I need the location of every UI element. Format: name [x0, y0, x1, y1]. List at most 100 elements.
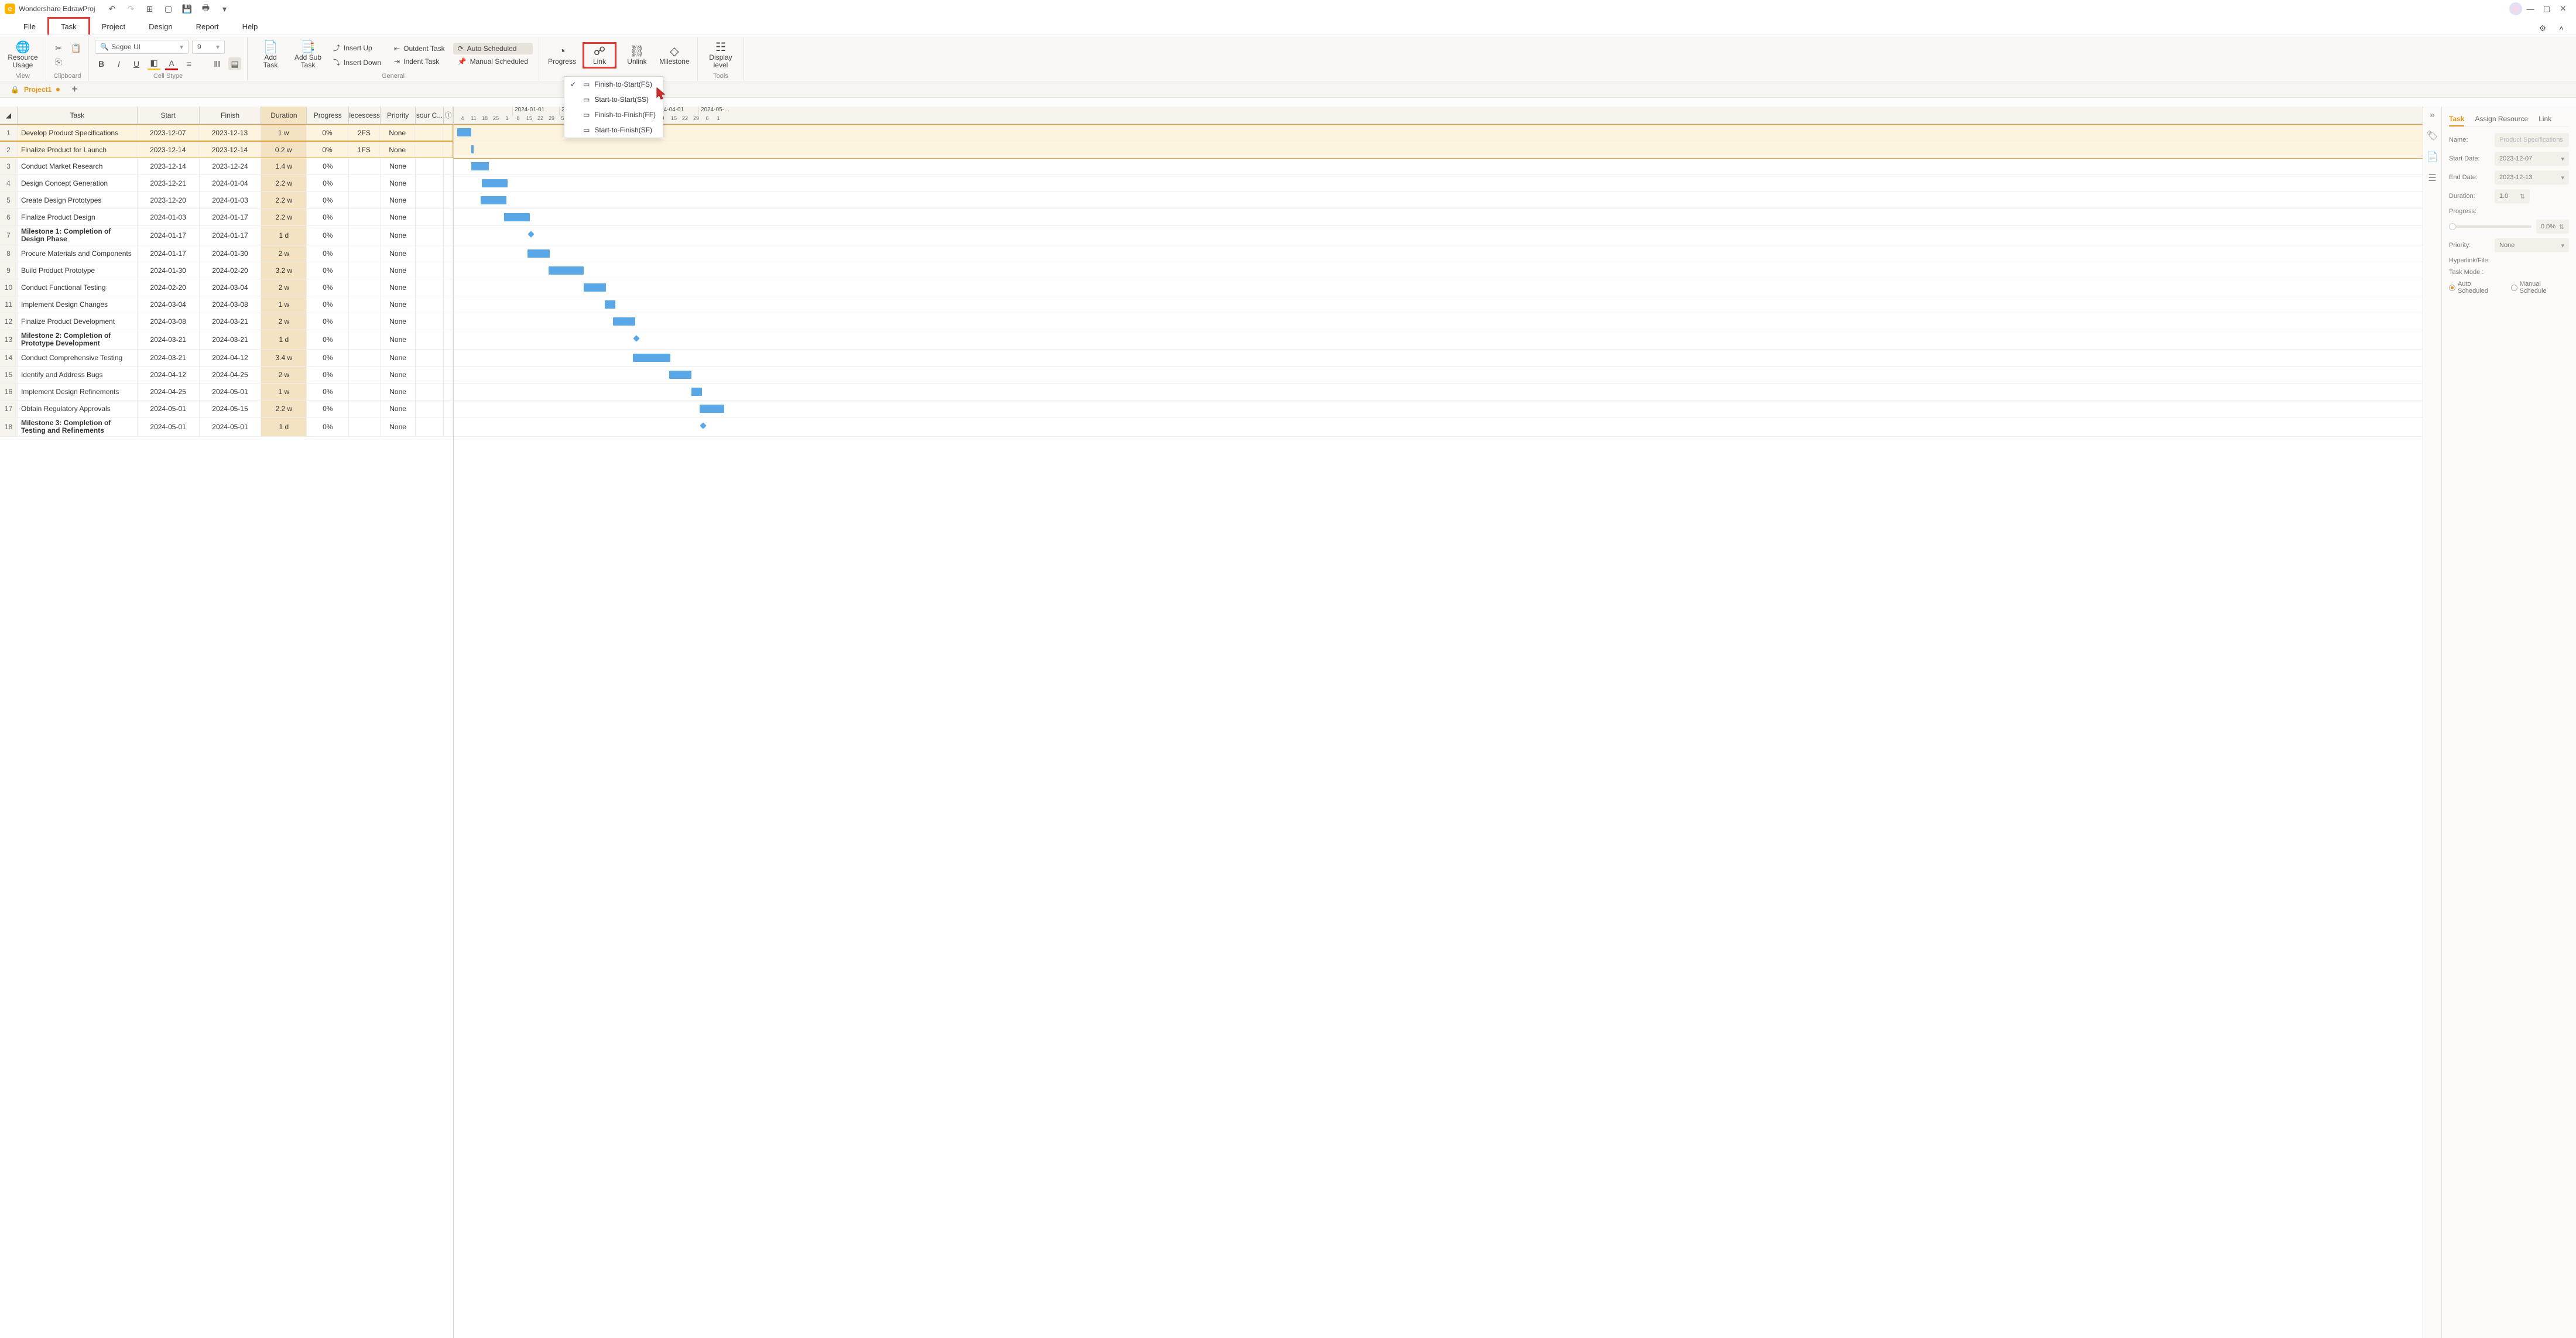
gantt-row[interactable]: [454, 401, 2423, 418]
gantt-row[interactable]: [454, 350, 2423, 367]
save-icon[interactable]: 💾: [181, 2, 194, 15]
col-start[interactable]: Start: [138, 107, 200, 124]
gantt-row[interactable]: [454, 245, 2423, 262]
indent-button[interactable]: ⇥Indent Task: [389, 56, 450, 67]
menu-task[interactable]: Task: [47, 17, 90, 35]
gantt-bar[interactable]: [613, 317, 635, 326]
resource-usage-button[interactable]: 🌐 Resource Usage: [6, 40, 40, 70]
col-indicators[interactable]: ⓘ: [444, 107, 453, 124]
gantt-row[interactable]: [454, 367, 2423, 384]
gantt-row[interactable]: [454, 124, 2423, 141]
fill-color-button[interactable]: ◧: [148, 57, 160, 70]
menu-help[interactable]: Help: [231, 19, 270, 35]
table-row[interactable]: 15 Identify and Address Bugs2024-04-1220…: [0, 367, 453, 384]
collapse-ribbon-icon[interactable]: ˄: [2555, 22, 2568, 35]
table-row[interactable]: 12Finalize Product Development2024-03-08…: [0, 313, 453, 330]
gantt-milestone[interactable]: [633, 335, 639, 341]
redo-icon[interactable]: ↷: [125, 2, 138, 15]
table-row[interactable]: 13Milestone 2: Completion of Prototype D…: [0, 330, 453, 350]
prop-name-field[interactable]: Product Specifications: [2495, 133, 2569, 147]
gantt-bar[interactable]: [504, 213, 530, 221]
menu-report[interactable]: Report: [184, 19, 231, 35]
align-button[interactable]: ≡: [183, 57, 196, 70]
add-task-button[interactable]: 📄Add Task: [254, 40, 287, 70]
qat-more-icon[interactable]: ▾: [218, 2, 231, 15]
gantt-row[interactable]: [454, 313, 2423, 330]
prop-auto-radio[interactable]: Auto Scheduled: [2449, 280, 2503, 295]
col-duration[interactable]: Duration: [261, 107, 307, 124]
table-row[interactable]: 16Implement Design Refinements2024-04-25…: [0, 384, 453, 401]
unlink-button[interactable]: ⛓Unlink: [620, 44, 654, 67]
table-row[interactable]: 4Design Concept Generation2023-12-212024…: [0, 175, 453, 192]
col-predecessors[interactable]: lecescess: [349, 107, 381, 124]
gantt-row[interactable]: [454, 141, 2423, 158]
add-subtask-button[interactable]: 📑Add Sub Task: [291, 40, 325, 70]
gantt-milestone[interactable]: [527, 231, 534, 237]
font-size-select[interactable]: 9▾: [192, 40, 225, 54]
gantt-bar[interactable]: [481, 196, 506, 204]
col-progress[interactable]: Progress: [307, 107, 349, 124]
task-panel-icon[interactable]: 🏷: [2426, 130, 2438, 142]
cut-icon[interactable]: ✂: [52, 42, 65, 54]
copy-icon[interactable]: ⎘: [52, 56, 65, 69]
doctab-project1[interactable]: 🔒 Project1: [4, 83, 67, 96]
expand-panel-icon[interactable]: »: [2430, 110, 2435, 121]
font-color-button[interactable]: A: [165, 57, 178, 70]
filter-panel-icon[interactable]: ☰: [2428, 172, 2436, 184]
gantt-bar[interactable]: [457, 128, 471, 136]
prop-manual-radio[interactable]: Manual Schedule: [2511, 280, 2569, 295]
table-row[interactable]: 5Create Design Prototypes2023-12-202024-…: [0, 192, 453, 209]
new-icon[interactable]: ⊞: [143, 2, 156, 15]
gantt-row[interactable]: [454, 209, 2423, 226]
gantt-bar[interactable]: [691, 388, 702, 396]
table-row[interactable]: 8Procure Materials and Components2024-01…: [0, 245, 453, 262]
gantt-bar[interactable]: [471, 162, 489, 170]
gantt-row[interactable]: [454, 279, 2423, 296]
menu-project[interactable]: Project: [90, 19, 137, 35]
prop-start-field[interactable]: 2023-12-07▾: [2495, 152, 2569, 166]
menu-file[interactable]: File: [12, 19, 47, 35]
bold-button[interactable]: B: [95, 57, 108, 70]
add-tab-button[interactable]: +: [71, 83, 78, 95]
gantt-bar[interactable]: [633, 354, 670, 362]
table-row[interactable]: 6Finalize Product Design2024-01-032024-0…: [0, 209, 453, 226]
insert-up-button[interactable]: ⤴Insert Up: [328, 41, 386, 54]
notes-panel-icon[interactable]: 📄: [2427, 151, 2438, 163]
profile-icon[interactable]: [2509, 2, 2522, 15]
undo-icon[interactable]: ↶: [106, 2, 119, 15]
gantt-bar[interactable]: [527, 249, 550, 258]
gantt-row[interactable]: [454, 192, 2423, 209]
underline-button[interactable]: U: [130, 57, 143, 70]
gantt-bar[interactable]: [605, 300, 615, 309]
gantt-row[interactable]: [454, 296, 2423, 313]
gantt-bar[interactable]: [482, 179, 508, 187]
table-row[interactable]: 11Implement Design Changes2024-03-042024…: [0, 296, 453, 313]
italic-button[interactable]: I: [112, 57, 125, 70]
maximize-button[interactable]: ▢: [2539, 2, 2555, 15]
gantt-row[interactable]: [454, 175, 2423, 192]
table-row[interactable]: 18Milestone 3: Completion of Testing and…: [0, 418, 453, 437]
table-row[interactable]: 1Develop Product Specifications2023-12-0…: [0, 124, 453, 141]
progress-button[interactable]: ◔Progress: [545, 44, 579, 67]
manual-scheduled-button[interactable]: 📌Manual Scheduled: [453, 56, 533, 67]
link-type-ff[interactable]: ▭Finish-to-Finish(FF): [564, 107, 663, 122]
gantt-row[interactable]: [454, 262, 2423, 279]
col-index[interactable]: ◢: [0, 107, 18, 124]
prop-priority-field[interactable]: None▾: [2495, 238, 2569, 252]
minimize-button[interactable]: —: [2522, 2, 2539, 15]
table-row[interactable]: 9Build Product Prototype2024-01-302024-0…: [0, 262, 453, 279]
table-row[interactable]: 10Conduct Functional Testing2024-02-2020…: [0, 279, 453, 296]
link-button[interactable]: ☍Link: [583, 42, 616, 69]
gantt-chart[interactable]: 2024-01-012024-02-012024-03-012024-04-01…: [454, 107, 2423, 1338]
prop-duration-field[interactable]: 1.0⇅: [2495, 189, 2530, 203]
gantt-row[interactable]: [454, 158, 2423, 175]
link-type-sf[interactable]: ▭Start-to-Finish(SF): [564, 122, 663, 138]
gantt-row[interactable]: [454, 330, 2423, 350]
table-row[interactable]: 14Conduct Comprehensive Testing2024-03-2…: [0, 350, 453, 367]
gantt-milestone[interactable]: [700, 422, 706, 429]
col-priority[interactable]: Priority: [381, 107, 416, 124]
prop-end-field[interactable]: 2023-12-13▾: [2495, 170, 2569, 184]
table-row[interactable]: 3Conduct Market Research2023-12-142023-1…: [0, 158, 453, 175]
prop-tab-link[interactable]: Link: [2539, 112, 2551, 126]
prop-progress-slider[interactable]: [2449, 225, 2532, 228]
